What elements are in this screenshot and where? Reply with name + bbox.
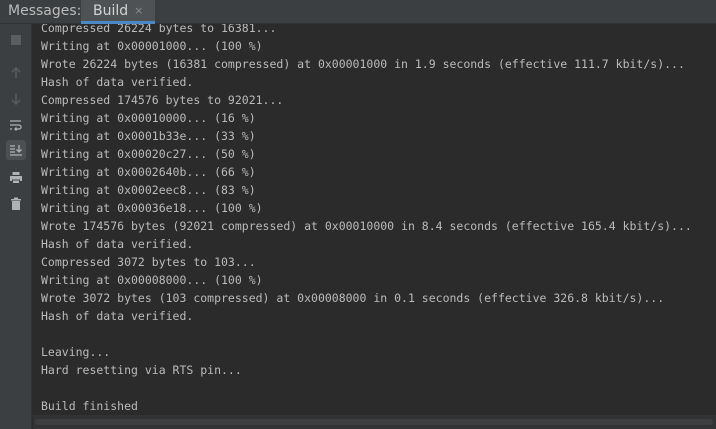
console-line: Hash of data verified. bbox=[41, 309, 194, 323]
console-line: Writing at 0x00001000... (100 %) bbox=[41, 39, 263, 53]
soft-wrap-icon[interactable] bbox=[6, 115, 26, 135]
console-line: Compressed 26224 bytes to 16381... bbox=[41, 24, 277, 35]
tab-build[interactable]: Build × bbox=[81, 0, 156, 24]
console-line: Leaving... bbox=[41, 345, 111, 359]
horizontal-scrollbar[interactable] bbox=[33, 415, 716, 429]
console-line: Wrote 26224 bytes (16381 compressed) at … bbox=[41, 57, 685, 71]
arrow-down-icon[interactable] bbox=[6, 89, 26, 109]
build-console-output[interactable]: Compressed 26224 bytes to 16381... Writin… bbox=[33, 24, 716, 429]
console-line: Hash of data verified. bbox=[41, 237, 194, 251]
tab-build-label: Build bbox=[93, 2, 129, 19]
trash-icon[interactable] bbox=[6, 193, 26, 213]
scrollbar-thumb[interactable] bbox=[35, 419, 713, 425]
console-line: Writing at 0x00020c27... (50 %) bbox=[41, 147, 256, 161]
stop-icon[interactable] bbox=[6, 30, 26, 50]
console-line: Writing at 0x0001b33e... (33 %) bbox=[41, 129, 256, 143]
arrow-up-icon[interactable] bbox=[6, 63, 26, 83]
console-line: Build finished bbox=[41, 399, 138, 413]
console-line: Compressed 174576 bytes to 92021... bbox=[41, 93, 284, 107]
console-line: Hard resetting via RTS pin... bbox=[41, 363, 242, 377]
console-line: Wrote 174576 bytes (92021 compressed) at… bbox=[41, 219, 692, 233]
console-line: Writing at 0x00010000... (16 %) bbox=[41, 111, 256, 125]
console-toolbar bbox=[0, 24, 32, 429]
tool-window-header: Messages: Build × bbox=[0, 0, 716, 24]
print-icon[interactable] bbox=[6, 167, 26, 187]
close-icon[interactable]: × bbox=[134, 5, 143, 16]
console-line: Wrote 3072 bytes (103 compressed) at 0x0… bbox=[41, 291, 665, 305]
console-line: Writing at 0x00036e18... (100 %) bbox=[41, 201, 263, 215]
console-line: Writing at 0x0002eec8... (83 %) bbox=[41, 183, 256, 197]
panel-title: Messages: bbox=[8, 3, 82, 19]
scroll-to-end-icon[interactable] bbox=[6, 140, 26, 160]
console-line: Compressed 3072 bytes to 103... bbox=[41, 255, 256, 269]
console-lines: Compressed 26224 bytes to 16381... Writin… bbox=[41, 24, 692, 415]
console-line: Writing at 0x00008000... (100 %) bbox=[41, 273, 263, 287]
console-line: Writing at 0x0002640b... (66 %) bbox=[41, 165, 256, 179]
console-line: Hash of data verified. bbox=[41, 75, 194, 89]
